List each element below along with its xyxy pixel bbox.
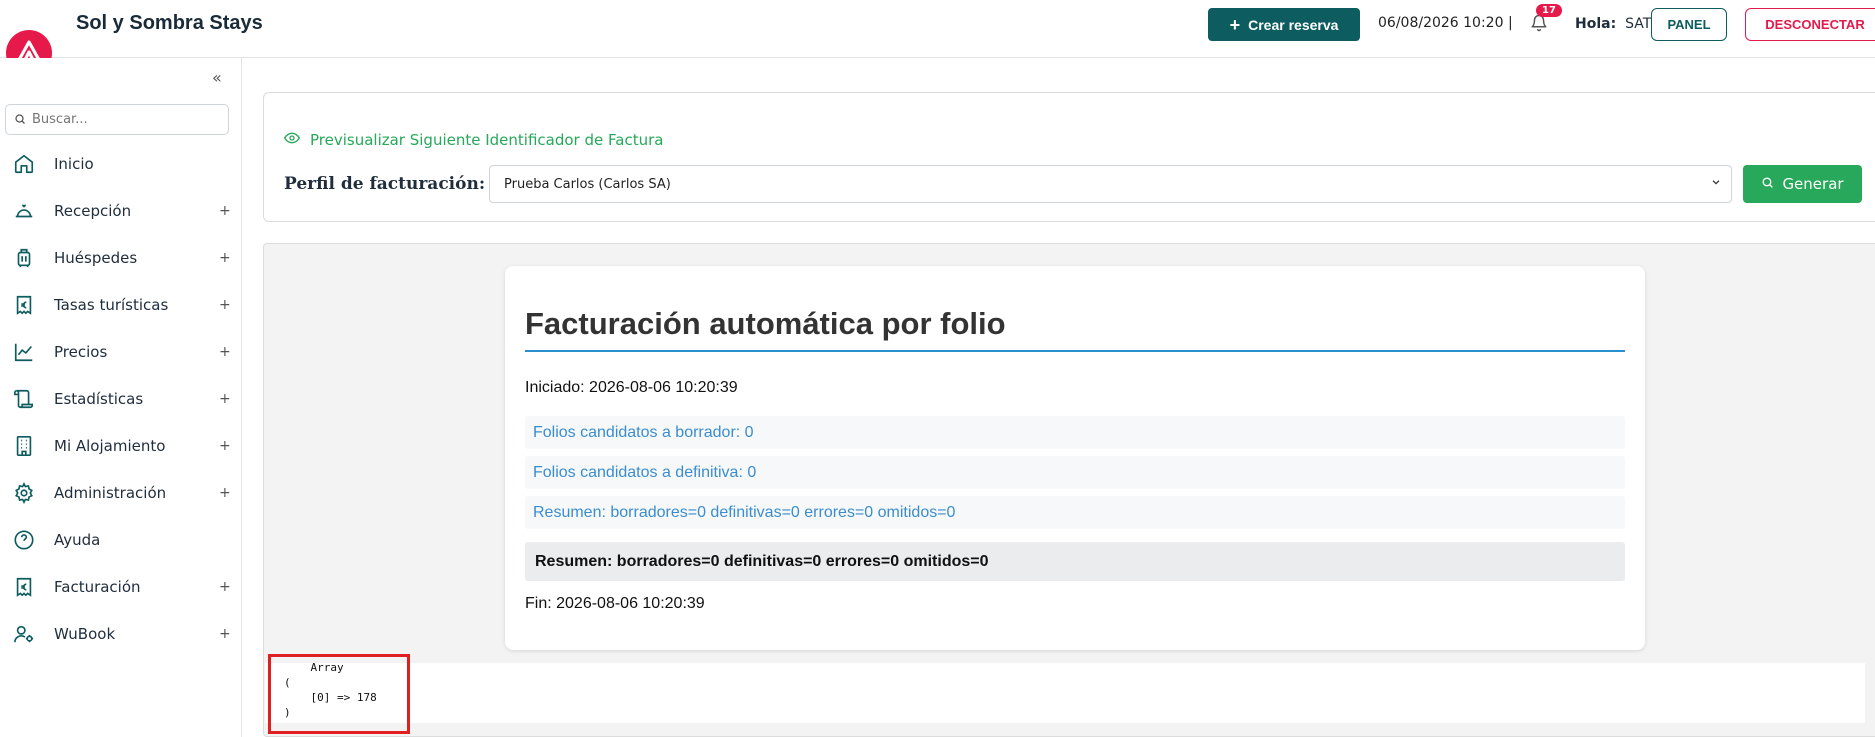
generate-button[interactable]: Generar [1743, 165, 1862, 203]
debug-output-panel [265, 663, 1865, 723]
luggage-icon [13, 247, 35, 269]
sidebar-item-facturacion[interactable]: Facturación + [0, 563, 242, 610]
report-end: Fin: 2026-08-06 10:20:39 [525, 595, 705, 612]
chevron-down-icon [1711, 177, 1721, 190]
notifications-count-badge: 17 [1536, 4, 1562, 17]
notifications-bell-icon[interactable] [1530, 14, 1548, 36]
sidebar-search[interactable] [5, 104, 229, 135]
sidebar-item-label: Tasas turísticas [54, 295, 169, 314]
billing-profile-label: Perfil de facturación: [284, 174, 486, 194]
create-reservation-button[interactable]: + Crear reserva [1208, 8, 1360, 41]
create-reservation-label: Crear reserva [1248, 16, 1339, 33]
sidebar-item-huespedes[interactable]: Huéspedes + [0, 234, 242, 281]
sidebar-item-ayuda[interactable]: Ayuda [0, 516, 242, 563]
report-row: Folios candidatos a borrador: 0 [525, 416, 1625, 449]
sidebar-item-estadisticas[interactable]: Estadísticas + [0, 375, 242, 422]
panel-button[interactable]: PANEL [1651, 8, 1727, 41]
expand-icon[interactable]: + [219, 485, 231, 501]
expand-icon[interactable]: + [219, 297, 231, 313]
search-input[interactable] [32, 112, 212, 127]
user-settings-icon [13, 623, 35, 645]
eye-icon [283, 130, 301, 150]
expand-icon[interactable]: + [219, 579, 231, 595]
sidebar-item-mi-alojamiento[interactable]: Mi Alojamiento + [0, 422, 242, 469]
current-datetime: 06/08/2026 10:20 | [1378, 15, 1513, 31]
building-icon [13, 435, 35, 457]
brand-name: Sol y Sombra Stays [76, 12, 263, 34]
report-row: Resumen: borradores=0 definitivas=0 erro… [525, 496, 1625, 529]
gear-icon [13, 481, 35, 505]
expand-icon[interactable]: + [219, 391, 231, 407]
expand-icon[interactable]: + [219, 344, 231, 360]
bell-service-icon [13, 200, 35, 222]
search-icon [14, 110, 26, 129]
sidebar-item-label: Huéspedes [54, 248, 138, 267]
search-icon [1761, 175, 1774, 193]
euro-receipt-icon [13, 576, 35, 598]
sidebar-item-recepcion[interactable]: Recepción + [0, 187, 242, 234]
euro-receipt-icon [13, 294, 35, 316]
expand-icon[interactable]: + [219, 626, 231, 642]
expand-icon[interactable]: + [219, 438, 231, 454]
preview-next-invoice-id-link[interactable]: Previsualizar Siguiente Identificador de… [283, 130, 664, 150]
sidebar-item-label: Recepción [54, 201, 132, 220]
sidebar-item-administracion[interactable]: Administración + [0, 469, 242, 516]
sidebar-item-label: WuBook [54, 624, 116, 643]
expand-icon[interactable]: + [219, 203, 231, 219]
sidebar-item-tasas-turisticas[interactable]: Tasas turísticas + [0, 281, 242, 328]
collapse-sidebar-icon[interactable]: « [212, 68, 222, 87]
top-header: Sol y Sombra Stays + Crear reserva 06/08… [0, 0, 1875, 58]
user-greeting: Hola: SAT [1575, 16, 1651, 32]
sidebar: « Inicio Recepción + Huéspedes + [0, 58, 242, 737]
sidebar-item-label: Estadísticas [54, 389, 144, 408]
billing-profile-value: Prueba Carlos (Carlos SA) [504, 176, 671, 192]
report-started: Iniciado: 2026-08-06 10:20:39 [525, 379, 738, 396]
debug-highlight-box [268, 654, 410, 734]
invoice-profile-card: Previsualizar Siguiente Identificador de… [263, 92, 1875, 222]
sidebar-item-label: Inicio [54, 154, 94, 173]
preview-link-label: Previsualizar Siguiente Identificador de… [310, 131, 664, 149]
expand-icon[interactable]: + [219, 250, 231, 266]
folio-billing-report: Facturación automática por folio Iniciad… [505, 266, 1645, 650]
plus-icon: + [1229, 14, 1241, 35]
sidebar-item-label: Administración [54, 483, 167, 502]
generate-button-label: Generar [1782, 175, 1844, 193]
report-summary: Resumen: borradores=0 definitivas=0 erro… [525, 542, 1625, 581]
user-name: SAT [1625, 16, 1652, 32]
scroll-icon [13, 388, 35, 410]
report-row: Folios candidatos a definitiva: 0 [525, 456, 1625, 489]
sidebar-item-wubook[interactable]: WuBook + [0, 610, 242, 657]
report-title: Facturación automática por folio [525, 306, 1625, 352]
sidebar-item-inicio[interactable]: Inicio [0, 140, 242, 187]
greeting-label: Hola: [1575, 16, 1617, 32]
sidebar-nav: Inicio Recepción + Huéspedes + Tasas tur… [0, 140, 242, 657]
chart-line-icon [13, 341, 35, 363]
sidebar-item-label: Mi Alojamiento [54, 436, 166, 455]
sidebar-item-label: Precios [54, 342, 108, 361]
billing-profile-select[interactable]: Prueba Carlos (Carlos SA) [489, 165, 1732, 203]
logout-button[interactable]: DESCONECTAR [1745, 8, 1875, 41]
help-icon [13, 529, 35, 551]
home-icon [13, 153, 35, 175]
sidebar-item-label: Facturación [54, 577, 141, 596]
sidebar-item-label: Ayuda [54, 530, 101, 549]
sidebar-item-precios[interactable]: Precios + [0, 328, 242, 375]
